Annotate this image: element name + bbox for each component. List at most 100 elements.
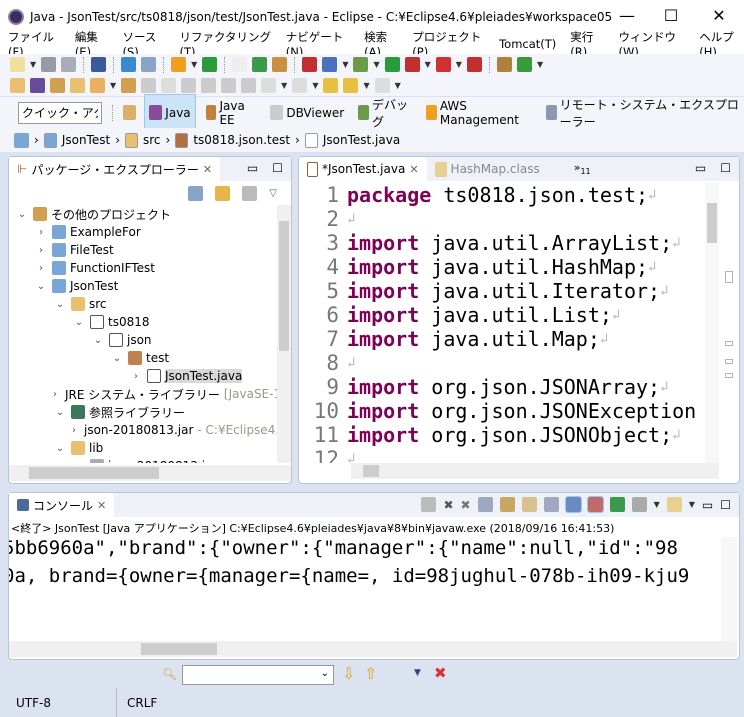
quick-access-input[interactable] — [18, 101, 102, 124]
toolbar-icon[interactable] — [50, 78, 65, 93]
word-wrap-icon[interactable] — [521, 497, 537, 512]
toolbar-icon[interactable] — [435, 57, 451, 72]
dropdown-arrow-icon[interactable]: ▼ — [281, 81, 287, 90]
tree-item[interactable]: ⌄ test — [9, 349, 277, 367]
chevron-right-icon[interactable]: › — [53, 389, 57, 400]
toolbar-icon[interactable] — [30, 78, 45, 93]
tree-item[interactable]: › FunctionIFTest — [9, 259, 277, 277]
perspective-0[interactable]: Java — [144, 93, 196, 132]
tab-hashmap-class[interactable]: HashMap.class — [427, 157, 548, 181]
find-input[interactable]: ⌄ — [182, 665, 334, 685]
toolbar-icon[interactable] — [384, 57, 400, 72]
pin-console-icon[interactable] — [609, 497, 625, 512]
overview-ruler[interactable] — [723, 183, 735, 463]
remove-all-launches-icon[interactable]: ✖ — [461, 498, 471, 512]
minimize-icon[interactable]: ▭ — [695, 161, 706, 175]
dropdown-arrow-icon[interactable]: ▼ — [363, 81, 369, 90]
tree-item[interactable]: ⌄ ts0818 — [9, 313, 277, 331]
tab-console[interactable]: コンソール ✕ — [9, 493, 115, 517]
find-previous-icon[interactable]: ⇧ — [364, 664, 377, 683]
toolbar-icon[interactable] — [121, 78, 137, 93]
find-options-icon[interactable]: ▼ — [414, 668, 421, 678]
terminate-icon[interactable] — [421, 497, 437, 512]
toolbar-icon[interactable] — [322, 57, 338, 72]
perspective-4[interactable]: AWS Management — [422, 94, 536, 132]
chevron-down-icon[interactable]: ⌄ — [15, 209, 29, 220]
close-icon[interactable]: ✕ — [97, 499, 106, 512]
remove-launch-icon[interactable]: ✖ — [443, 498, 453, 512]
tree-item[interactable]: ⌄ 参照ライブラリー — [9, 403, 277, 421]
tree-item[interactable]: ⌄ src — [9, 295, 277, 313]
workspace-icon[interactable] — [14, 132, 29, 148]
toolbar-icon[interactable] — [221, 78, 237, 93]
save-output-icon[interactable] — [543, 497, 559, 512]
toolbar-icon[interactable] — [241, 78, 257, 93]
more-tabs-button[interactable]: »11 — [574, 161, 591, 176]
dropdown-arrow-icon[interactable]: ▼ — [395, 81, 401, 90]
toolbar-icon[interactable] — [261, 78, 277, 93]
tab-package-explorer[interactable]: ⊩ パッケージ・エクスプローラー ✕ — [9, 157, 221, 181]
chevron-right-icon[interactable]: › — [129, 371, 143, 382]
toolbar-icon[interactable] — [10, 78, 25, 93]
maximize-icon[interactable]: ☐ — [272, 161, 283, 175]
toolbar-icon[interactable] — [252, 57, 268, 72]
close-button[interactable]: ✕ — [704, 6, 734, 25]
toolbar-icon[interactable] — [302, 57, 318, 72]
toolbar-icon[interactable] — [171, 57, 187, 72]
toolbar-icon[interactable] — [404, 57, 420, 72]
console-output[interactable]: 5bb6960a","brand":{"owner":{"manager":{"… — [9, 537, 721, 641]
tree-item[interactable]: ⌄ JsonTest — [9, 277, 277, 295]
tree-item[interactable]: › JRE システム・ライブラリー[JavaSE-1.8] — [9, 385, 277, 403]
toolbar-icon[interactable] — [121, 57, 137, 72]
maximize-icon[interactable]: ☐ — [720, 161, 731, 175]
minimize-icon[interactable]: ▭ — [702, 498, 713, 512]
encoding-status[interactable]: UTF-8 — [16, 696, 116, 710]
chevron-down-icon[interactable]: ⌄ — [53, 443, 67, 454]
link-with-editor-icon[interactable] — [215, 185, 231, 201]
toolbar-icon[interactable] — [61, 57, 77, 72]
tree-item[interactable]: › ExampleFor — [9, 223, 277, 241]
maximize-button[interactable]: ☐ — [656, 6, 686, 25]
toolbar-icon[interactable] — [323, 78, 339, 93]
toolbar-icon[interactable] — [272, 57, 288, 72]
minimize-icon[interactable]: ▭ — [247, 161, 258, 175]
breadcrumb-item[interactable]: ts0818.json.test — [193, 133, 290, 147]
toolbar-icon[interactable] — [466, 57, 482, 72]
chevron-right-icon[interactable]: › — [34, 227, 48, 238]
dropdown-arrow-icon[interactable]: ▼ — [342, 60, 348, 69]
toolbar-icon[interactable] — [201, 78, 217, 93]
toolbar-icon[interactable] — [41, 57, 57, 72]
chevron-down-icon[interactable]: ⌄ — [110, 353, 124, 364]
console-horizontal-scrollbar[interactable] — [9, 641, 737, 657]
toolbar-icon[interactable] — [232, 57, 248, 72]
line-delimiter-status[interactable]: CRLF — [127, 696, 157, 710]
dropdown-arrow-icon[interactable]: ▼ — [110, 81, 116, 90]
chevron-right-icon[interactable]: › — [34, 263, 48, 274]
tree-item[interactable]: ⌄ lib — [9, 439, 277, 457]
toolbar-icon[interactable] — [343, 78, 359, 93]
clear-console-icon[interactable] — [477, 497, 493, 512]
toolbar-icon[interactable] — [161, 78, 177, 93]
tree-item[interactable]: ⌄ json — [9, 331, 277, 349]
code-editor[interactable]: 1 package ts0818.json.test; ↲ 2 ↲ 3 import jav… — [307, 183, 705, 463]
perspective-1[interactable]: Java EE — [202, 94, 261, 132]
collapse-all-icon[interactable] — [188, 185, 204, 201]
breadcrumb-item[interactable]: JsonTest.java — [323, 133, 400, 147]
toolbar-icon[interactable] — [70, 78, 85, 93]
open-perspective-icon[interactable] — [123, 105, 137, 120]
toolbar-icon[interactable] — [141, 78, 157, 93]
chevron-right-icon[interactable]: › — [34, 245, 48, 256]
chevron-down-icon[interactable]: ⌄ — [53, 299, 67, 310]
maximize-icon[interactable]: ☐ — [720, 498, 731, 512]
toolbar-icon[interactable] — [181, 78, 197, 93]
toolbar-icon[interactable] — [292, 78, 308, 93]
toolbar-icon[interactable] — [10, 57, 25, 72]
toolbar-icon[interactable] — [496, 57, 512, 72]
editor-vertical-scrollbar[interactable] — [705, 183, 719, 463]
open-console-icon[interactable] — [666, 497, 682, 512]
close-find-icon[interactable]: ✖ — [434, 664, 447, 682]
tree-item[interactable]: ⌄ その他のプロジェクト — [9, 205, 277, 223]
show-on-stderr-icon[interactable] — [586, 496, 604, 513]
tree-item[interactable]: › FileTest — [9, 241, 277, 259]
filters-icon[interactable] — [242, 185, 258, 201]
